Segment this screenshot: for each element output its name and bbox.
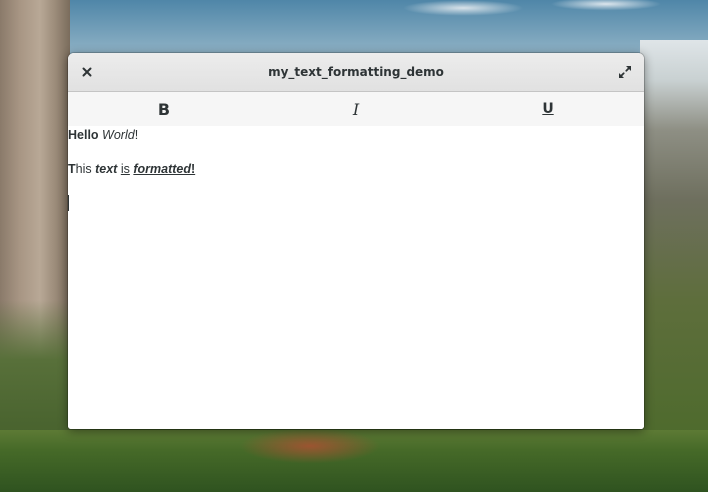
editor-line-3: This text is formatted! bbox=[68, 161, 195, 178]
editor-line-1: Hello World! bbox=[68, 127, 138, 144]
underline-button[interactable]: U bbox=[452, 92, 644, 126]
formatting-toolbar: B I U bbox=[68, 92, 644, 126]
wallpaper-autumn-trees bbox=[230, 426, 390, 466]
text-run-exclamation: ! bbox=[134, 128, 139, 142]
maximize-icon bbox=[619, 66, 631, 78]
bold-button-label: B bbox=[157, 99, 171, 119]
text-run-t-bold: T bbox=[68, 162, 76, 176]
text-run-his: his bbox=[75, 162, 92, 176]
italic-button-label: I bbox=[352, 99, 360, 119]
text-run-world-italic: World bbox=[102, 128, 135, 142]
italic-button[interactable]: I bbox=[260, 92, 452, 126]
window-title: my_text_formatting_demo bbox=[268, 65, 444, 79]
wallpaper-mountain bbox=[640, 40, 708, 460]
text-run-exclamation-bold-underline: ! bbox=[191, 162, 196, 176]
text-editor[interactable]: Hello World! This text is formatted! bbox=[68, 126, 644, 429]
text-run-text-bold-italic: text bbox=[95, 162, 118, 176]
app-window: my_text_formatting_demo B I U Hello Worl… bbox=[68, 53, 644, 429]
header-bar: my_text_formatting_demo bbox=[68, 53, 644, 92]
text-run-is-underline: is bbox=[120, 162, 130, 176]
underline-button-label: U bbox=[542, 101, 554, 117]
maximize-button[interactable] bbox=[612, 59, 638, 85]
text-cursor bbox=[68, 195, 69, 211]
bold-button[interactable]: B bbox=[68, 92, 260, 126]
text-run-formatted-bold-italic-underline: formatted bbox=[133, 162, 191, 176]
wallpaper-clouds bbox=[300, 0, 708, 40]
text-run-hello-bold: Hello bbox=[68, 128, 99, 142]
